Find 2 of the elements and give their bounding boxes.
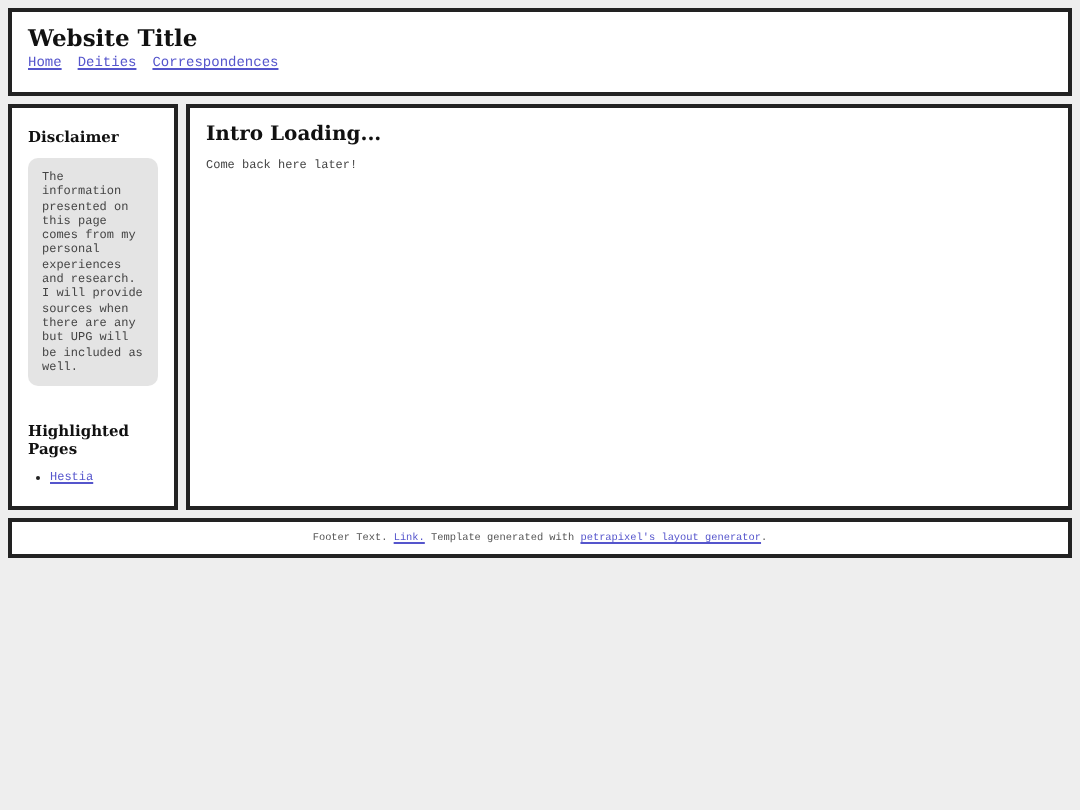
site-title: Website Title: [28, 24, 200, 52]
main-heading: Intro Loading...: [206, 124, 384, 146]
